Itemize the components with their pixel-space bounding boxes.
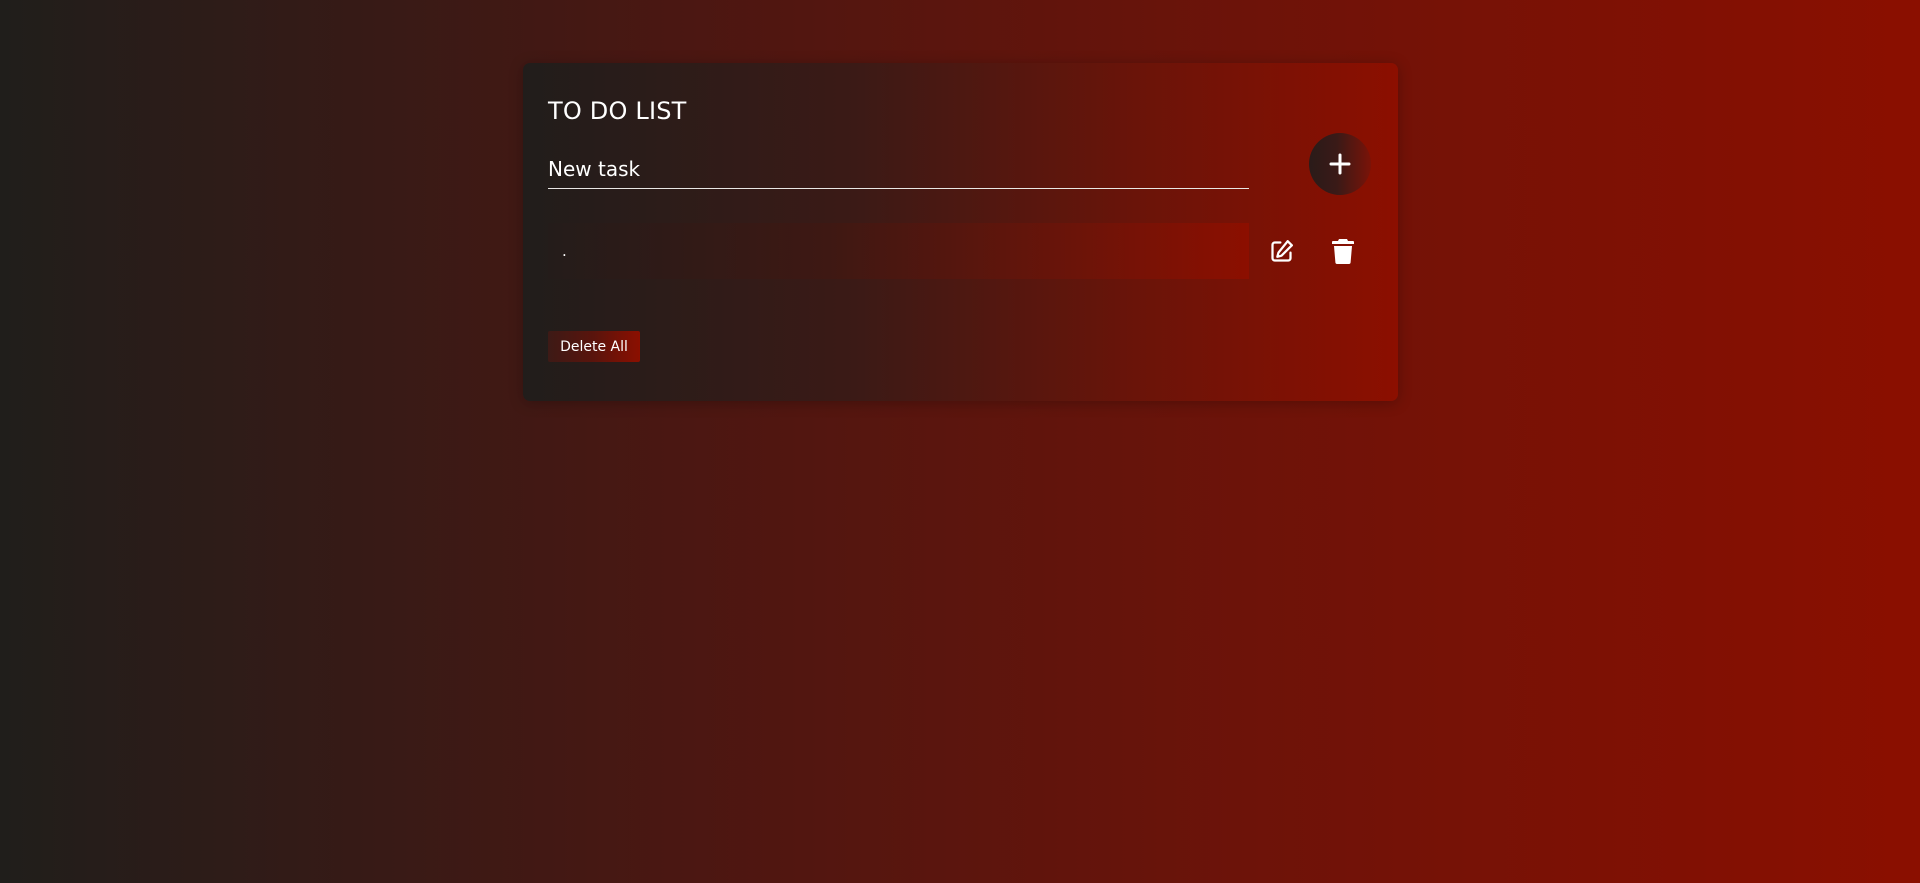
new-task-field[interactable] [548,151,1249,189]
todo-card: TO DO LIST . Delete All [523,63,1398,401]
add-task-button[interactable] [1309,133,1371,195]
task-item: . [548,223,1249,279]
delete-task-button[interactable] [1326,234,1360,268]
plus-icon [1329,153,1351,175]
edit-task-button[interactable] [1264,234,1298,268]
edit-icon [1270,239,1293,262]
trash-icon [1332,239,1354,264]
delete-all-button[interactable]: Delete All [548,331,640,362]
page-title: TO DO LIST [548,97,687,125]
task-text: . [562,242,567,260]
new-task-input[interactable] [548,151,1249,187]
